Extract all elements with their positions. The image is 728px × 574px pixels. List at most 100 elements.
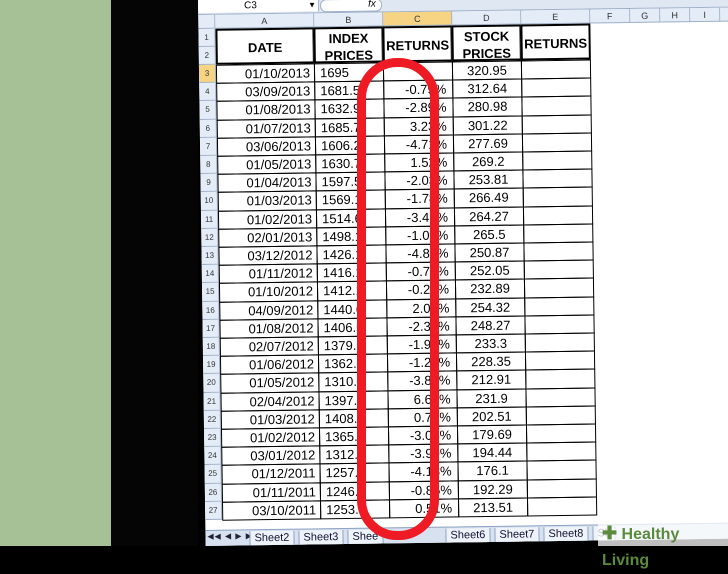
header-stock-prices[interactable]: STOCK PRICES: [451, 24, 522, 62]
cell-e[interactable]: [522, 150, 593, 171]
row-header[interactable]: 27: [205, 501, 223, 520]
cell-e[interactable]: [526, 459, 597, 481]
cell-stock[interactable]: 269.2: [453, 151, 524, 172]
row-header[interactable]: 16: [202, 301, 220, 320]
row-header[interactable]: 8: [200, 155, 218, 175]
cell-stock[interactable]: 194.44: [457, 442, 528, 463]
cell-e[interactable]: [523, 277, 595, 299]
cell-stock[interactable]: 248.27: [455, 315, 526, 336]
row-header[interactable]: 6: [199, 119, 217, 138]
column-header-e[interactable]: E: [521, 9, 591, 25]
cell-stock[interactable]: 320.95: [451, 60, 523, 81]
row-header[interactable]: 13: [201, 246, 219, 266]
column-header-j[interactable]: J: [720, 7, 728, 22]
cell-stock[interactable]: 212.91: [456, 369, 527, 391]
row-header[interactable]: 21: [203, 392, 221, 411]
column-header-i[interactable]: I: [690, 7, 721, 23]
tab-sheet7[interactable]: Sheet7: [494, 527, 540, 543]
cell-stock[interactable]: 280.98: [452, 96, 523, 118]
header-index-prices[interactable]: INDEX PRICES: [313, 26, 384, 64]
tab-sheet2[interactable]: Sheet2: [249, 530, 295, 546]
cell-stock[interactable]: 264.27: [453, 206, 525, 227]
cell-stock[interactable]: 231.9: [456, 388, 527, 409]
function-icon[interactable]: fx: [368, 0, 376, 11]
cell-e[interactable]: [523, 259, 594, 280]
header-returns-2[interactable]: RETURNS: [520, 23, 591, 61]
cell-stock[interactable]: 253.81: [453, 169, 524, 190]
cell-e[interactable]: [525, 405, 596, 426]
cell-e[interactable]: [521, 132, 593, 153]
row-header[interactable]: 1: [198, 28, 216, 47]
row-header[interactable]: 10: [200, 192, 218, 211]
cell-e[interactable]: [524, 332, 595, 353]
cell-stock[interactable]: 202.51: [456, 406, 527, 427]
cell-stock[interactable]: 233.3: [455, 333, 526, 354]
tab-sheet6[interactable]: Sheet6: [445, 527, 491, 544]
row-header[interactable]: 14: [201, 264, 219, 284]
chevron-down-icon[interactable]: ▼: [308, 0, 316, 11]
cell-e[interactable]: [523, 223, 594, 244]
cell-stock[interactable]: 254.32: [455, 297, 526, 318]
row-header[interactable]: 25: [204, 465, 222, 484]
cell-date[interactable]: 03/10/2011: [222, 500, 322, 521]
row-header[interactable]: 12: [201, 228, 219, 247]
cell-e[interactable]: [522, 168, 593, 189]
tab-sheet8[interactable]: Sheet8: [543, 526, 589, 543]
column-header-b[interactable]: B: [314, 12, 384, 28]
cell-stock[interactable]: 266.49: [453, 187, 524, 209]
cell-stock[interactable]: 232.89: [454, 278, 526, 300]
row-header[interactable]: 23: [203, 428, 222, 448]
row-header[interactable]: 9: [200, 173, 218, 193]
cell-stock[interactable]: 213.51: [457, 497, 529, 518]
cell-stock[interactable]: 176.1: [457, 460, 528, 481]
row-header[interactable]: 24: [204, 446, 222, 466]
row-header[interactable]: 15: [201, 283, 220, 302]
row-header[interactable]: 2: [198, 46, 216, 65]
cell-stock[interactable]: 277.69: [452, 133, 524, 154]
cell-e[interactable]: [525, 423, 597, 444]
cell-stock[interactable]: 312.64: [452, 78, 523, 99]
cell-e[interactable]: [524, 350, 596, 371]
cell-e[interactable]: [521, 114, 592, 135]
cell-stock[interactable]: 179.69: [456, 424, 528, 445]
row-header[interactable]: 3: [198, 64, 217, 84]
select-all-corner[interactable]: [198, 14, 216, 29]
cell-stock[interactable]: 252.05: [454, 260, 525, 281]
row-header[interactable]: 22: [203, 410, 221, 429]
column-header-g[interactable]: G: [630, 8, 661, 23]
cell-stock[interactable]: 301.22: [452, 115, 523, 136]
tab-sheet3[interactable]: Sheet3: [298, 530, 344, 546]
cell-e[interactable]: [526, 478, 597, 499]
row-header[interactable]: 11: [200, 210, 219, 229]
column-header-f[interactable]: F: [590, 8, 631, 24]
column-header-a[interactable]: A: [215, 13, 315, 29]
cell-e[interactable]: [524, 296, 595, 317]
cell-stock[interactable]: 192.29: [457, 479, 528, 500]
row-header[interactable]: 26: [204, 483, 223, 502]
cell-e[interactable]: [525, 387, 596, 408]
row-header[interactable]: 7: [199, 137, 218, 156]
name-box[interactable]: C3 ▼: [198, 0, 320, 13]
cell-stock[interactable]: 265.5: [454, 224, 525, 245]
cell-e[interactable]: [522, 186, 593, 208]
cell-e[interactable]: [521, 95, 592, 117]
cell-e[interactable]: [524, 314, 595, 335]
cell-e[interactable]: [522, 205, 594, 226]
row-header[interactable]: 5: [199, 101, 217, 120]
cell-e[interactable]: [526, 496, 598, 517]
cell-e[interactable]: [526, 441, 597, 462]
column-header-d[interactable]: D: [452, 10, 522, 26]
cell-e[interactable]: [523, 241, 594, 262]
row-header[interactable]: 19: [202, 355, 221, 375]
column-header-c[interactable]: C: [383, 11, 453, 27]
cell-stock[interactable]: 250.87: [454, 242, 525, 263]
cell-e[interactable]: [521, 77, 592, 98]
cell-stock[interactable]: 228.35: [455, 351, 527, 372]
header-returns[interactable]: RETURNS: [382, 25, 453, 63]
row-header[interactable]: 17: [202, 319, 220, 338]
row-header[interactable]: 4: [199, 82, 217, 102]
row-header[interactable]: 18: [202, 337, 220, 357]
column-header-h[interactable]: H: [660, 8, 691, 23]
row-header[interactable]: 20: [203, 374, 221, 393]
header-date[interactable]: DATE: [215, 27, 315, 65]
